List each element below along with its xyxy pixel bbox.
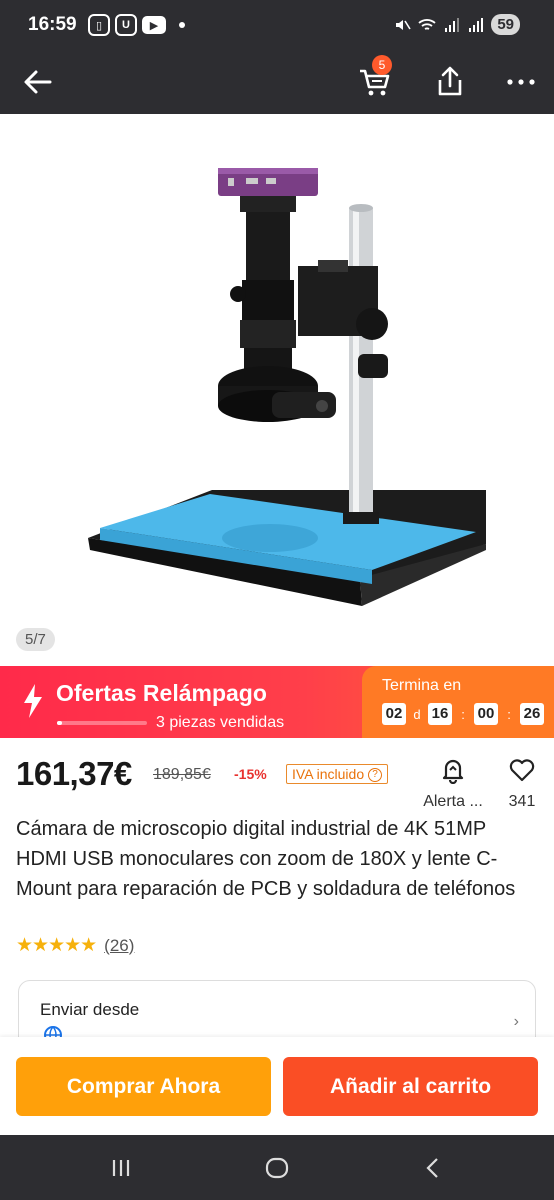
ends-in-label: Termina en [382, 677, 462, 694]
recent-apps-icon[interactable] [106, 1153, 136, 1183]
buy-now-button[interactable]: Comprar Ahora [16, 1057, 271, 1116]
alert-label: Alerta ... [423, 793, 483, 810]
product-image [88, 168, 486, 606]
signal-icon [445, 17, 460, 32]
status-bar: 16:59 ▯ U ▶ 59 [0, 0, 554, 52]
signal-icon-2 [469, 17, 484, 32]
system-navigation-bar [0, 1135, 554, 1200]
heart-icon [509, 759, 535, 782]
rating-row[interactable]: ★★★★★ (26) [16, 934, 134, 957]
vat-label: IVA incluido [292, 766, 365, 782]
status-time: 16:59 [28, 14, 77, 35]
top-bar [0, 52, 554, 114]
chevron-right-icon: › [513, 1013, 519, 1030]
app-notification-icon: U [115, 14, 137, 36]
lightning-icon [24, 684, 42, 718]
product-title: Cámara de microscopio digital industrial… [16, 818, 516, 900]
price-alert-button[interactable]: Alerta ... [418, 756, 488, 811]
share-icon[interactable] [430, 62, 470, 102]
mute-icon [396, 19, 411, 30]
original-price: 189,85€ [153, 766, 211, 783]
notification-icons: ▯ U ▶ [88, 14, 185, 36]
back-nav-icon[interactable] [418, 1153, 448, 1183]
review-count-link[interactable]: (26) [104, 936, 134, 956]
product-image-gallery[interactable] [0, 114, 554, 666]
youtube-icon: ▶ [142, 16, 166, 34]
back-arrow-icon[interactable] [18, 62, 58, 102]
info-icon: ? [368, 768, 383, 783]
timer-minutes: 00 [474, 703, 498, 725]
current-price: 161,37€ [16, 755, 132, 792]
discount-badge: -15% [234, 766, 267, 782]
sold-progress-fill [57, 721, 63, 725]
timer-seconds: 26 [520, 703, 544, 725]
wifi-icon [418, 18, 436, 30]
sold-progress-bar [57, 721, 147, 725]
more-options-icon[interactable] [502, 62, 542, 102]
bell-alert-icon [442, 759, 464, 785]
battery-level: 59 [491, 14, 520, 35]
image-counter: 5/7 [16, 628, 55, 651]
system-status-icons: 59 [393, 14, 520, 35]
home-icon[interactable] [262, 1153, 292, 1183]
add-to-cart-button[interactable]: Añadir al carrito [283, 1057, 538, 1116]
timer-colon: : [461, 706, 465, 722]
vat-included-badge[interactable]: IVA incluido ? [286, 764, 389, 785]
ship-from-label: Enviar desde [40, 1000, 140, 1019]
countdown-timer: 02 d 16 : 00 : 26 [382, 703, 544, 725]
timer-days: 02 [382, 703, 406, 725]
timer-colon: : [507, 706, 511, 722]
wishlist-count: 341 [508, 793, 536, 810]
pieces-sold-text: 3 piezas vendidas [156, 714, 285, 731]
timer-hours: 16 [428, 703, 452, 725]
cart-count-badge: 5 [372, 55, 392, 75]
flash-deal-title: Ofertas Relámpago [56, 680, 267, 706]
countdown-panel: Termina en 02 d 16 : 00 : 26 [362, 666, 554, 738]
star-rating: ★★★★★ [16, 935, 97, 956]
more-notifications-dot [179, 22, 185, 28]
timer-days-suffix: d [413, 706, 421, 722]
wishlist-button[interactable]: 341 [502, 756, 542, 811]
flash-deal-banner[interactable]: Ofertas Relámpago 3 piezas vendidas Term… [0, 666, 554, 738]
flash-deal-info: Ofertas Relámpago 3 piezas vendidas [0, 666, 362, 738]
purchase-action-bar: Comprar Ahora Añadir al carrito [0, 1037, 554, 1135]
sim-icon: ▯ [88, 14, 110, 36]
